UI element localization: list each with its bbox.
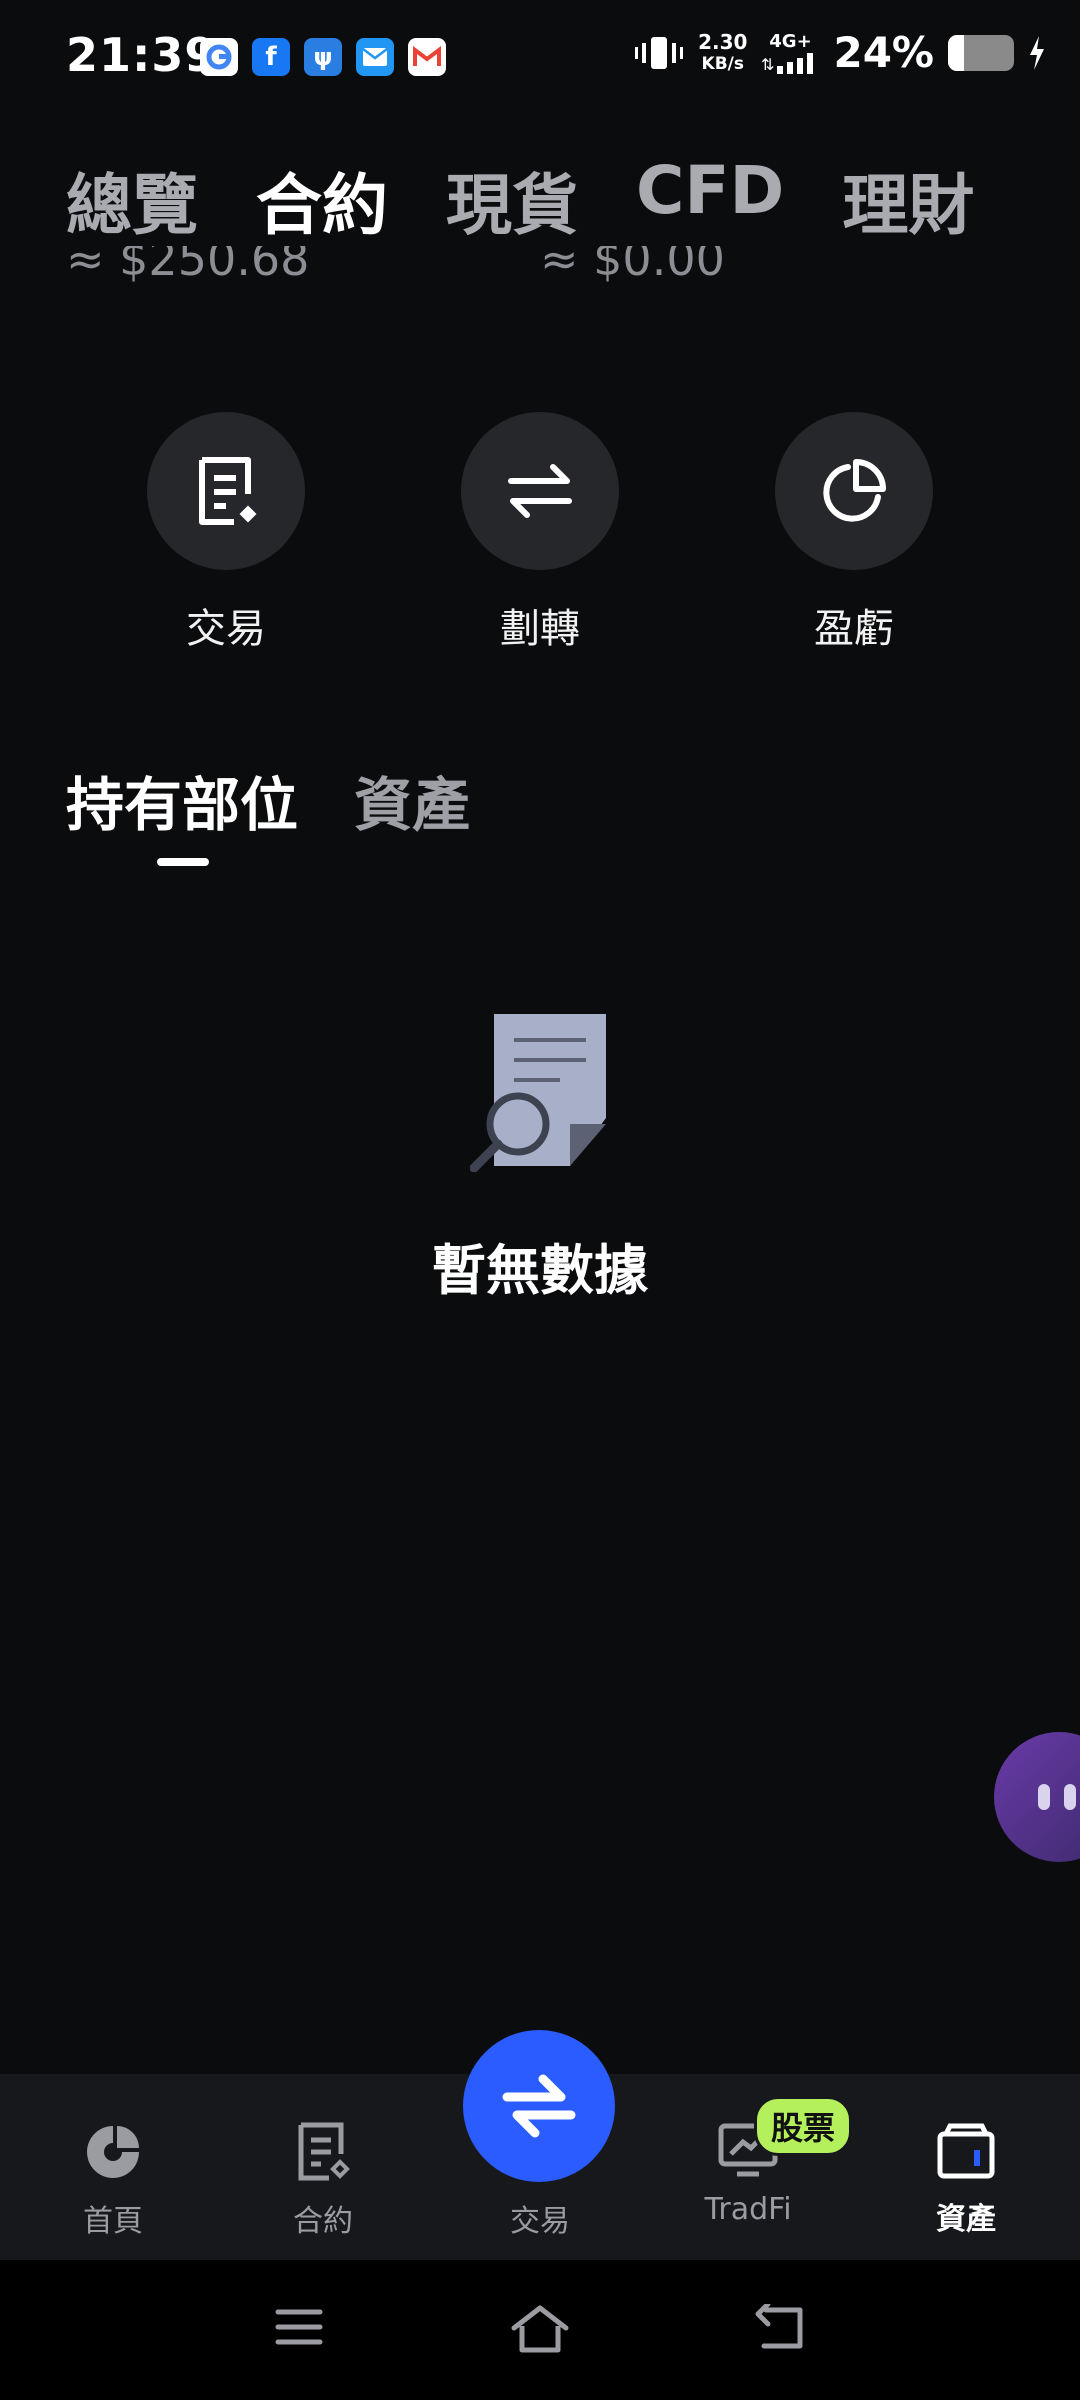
tab-cfd[interactable]: CFD — [636, 152, 784, 248]
bubble-eye-left — [1038, 1784, 1050, 1810]
nav-home[interactable]: 首頁 — [33, 2122, 193, 2240]
tab-positions[interactable]: 持有部位 — [66, 758, 298, 842]
nav-tradfi-label: TradFi — [704, 2192, 792, 2227]
nav-contract[interactable]: 合約 — [243, 2122, 403, 2240]
document-icon — [199, 457, 257, 525]
pnl-action-label: 盈虧 — [814, 606, 894, 652]
top-tabs: 總覽 合約 現貨 CFD 理財 — [66, 152, 974, 248]
back-icon — [755, 2301, 803, 2349]
swap-arrows-icon — [502, 2074, 576, 2138]
tab-assets[interactable]: 資產 — [354, 758, 470, 842]
email-icon — [356, 38, 394, 76]
status-right: 2.30 KB/s 4G+ ⇅ 24% — [634, 28, 1046, 77]
tradfi-stock-badge: 股票 — [754, 2096, 853, 2156]
nav-trade-label: 交易 — [510, 2204, 570, 2239]
nav-trade-center-button[interactable] — [463, 2030, 615, 2182]
contract-icon — [298, 2122, 350, 2181]
pie-chart-icon — [823, 459, 886, 522]
empty-document-search-icon — [469, 1012, 610, 1176]
transfer-action-button[interactable]: 劃轉 — [460, 412, 620, 654]
floating-assistant-button[interactable] — [994, 1732, 1080, 1862]
tab-spot[interactable]: 現貨 — [446, 152, 578, 248]
nav-assets[interactable]: 資產 — [886, 2122, 1046, 2238]
balance-row: ≈ $250.68 ≈ $0.00 — [0, 246, 1080, 296]
transfer-action-circle[interactable] — [461, 412, 619, 570]
notification-icons: f ψ — [200, 38, 446, 76]
usb-icon: ψ — [304, 38, 342, 76]
home-button[interactable] — [510, 2304, 570, 2358]
transfer-action-label: 劃轉 — [500, 606, 580, 652]
trade-action-circle[interactable] — [147, 412, 305, 570]
google-icon — [200, 38, 238, 76]
tab-overview[interactable]: 總覽 — [66, 152, 198, 248]
trade-action-label: 交易 — [186, 606, 266, 652]
system-nav-bar — [0, 2260, 1080, 2400]
tab-contract[interactable]: 合約 — [256, 152, 388, 248]
battery-icon — [948, 34, 1014, 71]
charging-icon — [1030, 35, 1044, 70]
cell-signal: 4G+ ⇅ — [761, 30, 819, 74]
status-time: 21:39 — [66, 28, 218, 82]
nav-contract-label: 合約 — [293, 2204, 353, 2239]
nav-assets-label: 資產 — [936, 2202, 996, 2237]
menu-icon — [275, 2309, 323, 2345]
vibrate-icon — [635, 36, 684, 69]
gmail-icon — [408, 38, 446, 76]
tab-indicator — [157, 858, 209, 866]
tab-finance[interactable]: 理財 — [842, 152, 974, 248]
transfer-arrows-icon — [508, 464, 572, 518]
nav-home-label: 首頁 — [83, 2204, 143, 2239]
home-icon — [511, 2305, 569, 2353]
balance-left: ≈ $250.68 — [66, 246, 310, 286]
svg-text:⇅: ⇅ — [761, 55, 774, 74]
section-tabs: 持有部位 資產 — [66, 758, 470, 842]
back-button[interactable] — [754, 2301, 806, 2358]
recent-apps-button[interactable] — [274, 2304, 324, 2354]
signal-icon: ⇅ — [761, 52, 814, 74]
network-speed: 2.30 KB/s — [698, 31, 747, 75]
network-speed-unit: KB/s — [701, 53, 745, 74]
balance-right: ≈ $0.00 — [540, 246, 725, 286]
trade-action-button[interactable]: 交易 — [146, 412, 306, 654]
empty-state-text: 暫無數據 — [432, 1239, 648, 1302]
wallet-icon — [937, 2123, 995, 2179]
battery-percent: 24% — [833, 28, 934, 77]
home-logo-icon — [87, 2126, 139, 2178]
status-bar: 21:39 f ψ 2.30 KB/s 4G+ ⇅ 24% — [0, 0, 1080, 118]
pnl-action-circle[interactable] — [775, 412, 933, 570]
network-type: 4G+ — [769, 30, 812, 52]
facebook-icon: f — [252, 38, 290, 76]
network-speed-value: 2.30 — [698, 29, 748, 54]
app-screen: 21:39 f ψ 2.30 KB/s 4G+ ⇅ 24% 總覽 合約 現貨 C… — [0, 0, 1080, 2400]
pnl-action-button[interactable]: 盈虧 — [774, 412, 934, 654]
bubble-eye-right — [1064, 1784, 1076, 1810]
